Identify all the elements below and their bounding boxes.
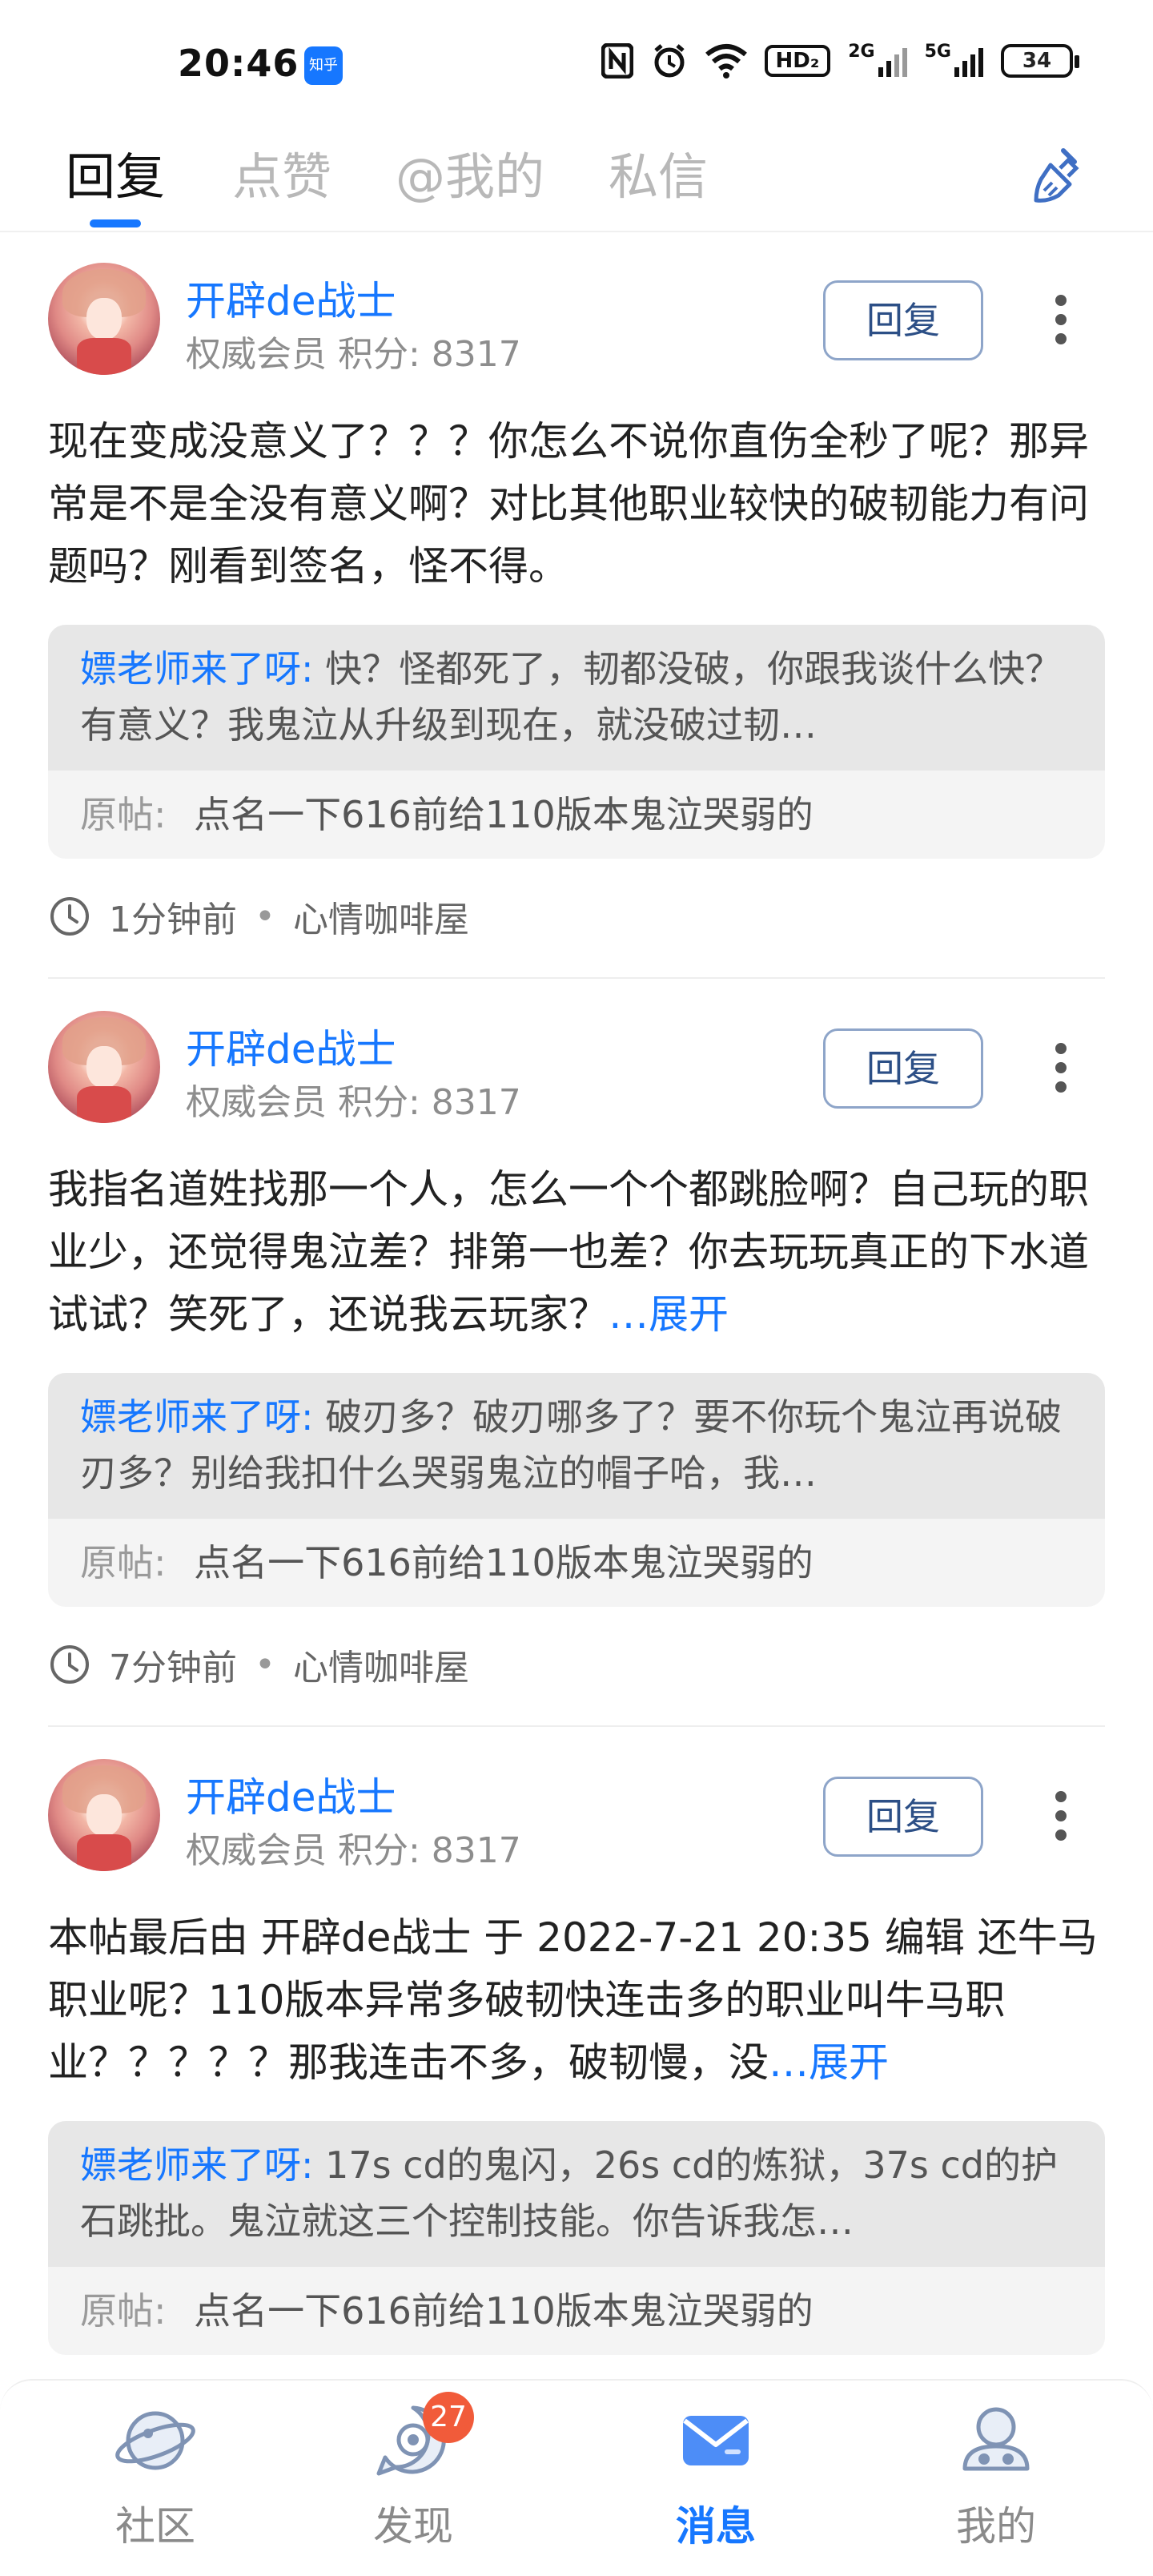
quoted-comment[interactable]: 嫖老师来了呀: 破刃多？破刃哪多了？要不你玩个鬼泣再说破刃多？别给我扣什么哭弱鬼… <box>48 1373 1105 1607</box>
clear-all-broom-icon[interactable] <box>1026 144 1091 208</box>
notification-badge: 27 <box>423 2392 474 2443</box>
more-options-icon[interactable] <box>1041 1791 1081 1855</box>
reply-button[interactable]: 回复 <box>823 1028 983 1109</box>
reply-footer: 7分钟前 • 心情咖啡屋 <box>48 1639 469 1690</box>
username[interactable]: 开辟de战士 <box>186 269 396 327</box>
quoted-comment[interactable]: 嫖老师来了呀: 17s cd的鬼闪，26s cd的炼狱，37s cd的护石跳批。… <box>48 2121 1105 2355</box>
tab-private-messages[interactable]: 私信 <box>609 136 708 208</box>
reply-footer: 1分钟前 • 心情咖啡屋 <box>48 891 469 942</box>
nav-label: 社区 <box>115 2503 195 2550</box>
avatar[interactable] <box>48 263 160 375</box>
nav-community[interactable]: 社区 <box>75 2397 235 2552</box>
signal-2g-icon: 2G <box>848 42 907 80</box>
username[interactable]: 开辟de战士 <box>186 1765 396 1823</box>
bottom-navigation: 社区 27 发现 消息 我的 <box>0 2379 1153 2576</box>
more-options-icon[interactable] <box>1041 1043 1081 1107</box>
signal-5g-label: 5G <box>924 42 951 62</box>
avatar[interactable] <box>48 1011 160 1123</box>
original-post-link[interactable]: 原帖: 点名一下616前给110版本鬼泣哭弱的 <box>48 1519 1105 1607</box>
divider <box>48 1725 1105 1727</box>
more-options-icon[interactable] <box>1041 295 1081 359</box>
clock-icon <box>50 1645 89 1684</box>
quoted-user: 嫖老师来了呀: <box>80 2143 314 2187</box>
planet-icon <box>115 2411 195 2470</box>
username[interactable]: 开辟de战士 <box>186 1017 396 1075</box>
separator-dot: • <box>255 896 275 937</box>
user-meta: 权威会员 积分: 8317 <box>186 334 521 375</box>
tab-mentions[interactable]: @我的 <box>396 136 544 208</box>
quoted-user: 嫖老师来了呀: <box>80 647 314 690</box>
expand-link[interactable]: …展开 <box>769 2039 889 2086</box>
forum-name[interactable]: 心情咖啡屋 <box>293 891 469 942</box>
active-tab-indicator <box>90 219 141 227</box>
reply-content[interactable]: 现在变成没意义了？？？你怎么不说你直伤全秒了呢？那异常是不是全没有意义啊？对比其… <box>48 410 1105 598</box>
user-meta: 权威会员 积分: 8317 <box>186 1830 521 1871</box>
quoted-comment-body: 嫖老师来了呀: 快？怪都死了，韧都没破，你跟我谈什么快？有意义？我鬼泣从升级到现… <box>48 625 1105 771</box>
nav-discover[interactable]: 27 发现 <box>333 2392 493 2552</box>
reply-time: 1分钟前 <box>109 900 237 940</box>
forum-name[interactable]: 心情咖啡屋 <box>293 1639 469 1690</box>
quoted-comment-body: 嫖老师来了呀: 破刃多？破刃哪多了？要不你玩个鬼泣再说破刃多？别给我扣什么哭弱鬼… <box>48 1373 1105 1519</box>
nav-profile[interactable]: 我的 <box>916 2397 1076 2552</box>
reply-text: 现在变成没意义了？？？你怎么不说你直伤全秒了呢？那异常是不是全没有意义啊？对比其… <box>48 418 1089 590</box>
user-meta: 权威会员 积分: 8317 <box>186 1082 521 1123</box>
profile-icon <box>962 2407 1030 2471</box>
reply-text: 我指名道姓找那一个人，怎么一个个都跳脸啊？自己玩的职业少，还觉得鬼泣差？排第一也… <box>48 1166 1089 1338</box>
nav-messages[interactable]: 消息 <box>636 2397 796 2552</box>
battery-icon: 34 <box>1001 44 1079 78</box>
nav-label: 消息 <box>676 2503 756 2550</box>
avatar[interactable] <box>48 1759 160 1871</box>
alarm-icon <box>651 42 688 80</box>
messages-page: 20:46 知乎 HD₂ 2G 5G 34 回复 点赞 @我的 私信 开辟de战… <box>0 0 1153 2576</box>
divider <box>48 977 1105 979</box>
nfc-icon <box>601 42 633 80</box>
reply-text: 本帖最后由 开辟de战士 于 2022-7-21 20:35 编辑 还牛马职业呢… <box>48 1914 1098 2086</box>
tab-reply[interactable]: 回复 <box>66 136 165 208</box>
clock-icon <box>50 897 89 936</box>
expand-link[interactable]: …展开 <box>609 1291 729 1338</box>
reply-button[interactable]: 回复 <box>823 1777 983 1857</box>
signal-2g-label: 2G <box>848 42 875 62</box>
separator-dot: • <box>255 1644 275 1685</box>
original-post-label: 原帖: <box>80 793 167 836</box>
signal-5g-icon: 5G <box>925 42 983 80</box>
status-time: 20:46 <box>178 42 299 85</box>
original-post-link[interactable]: 原帖: 点名一下616前给110版本鬼泣哭弱的 <box>48 2267 1105 2355</box>
mail-icon <box>683 2416 749 2465</box>
original-post-link[interactable]: 原帖: 点名一下616前给110版本鬼泣哭弱的 <box>48 771 1105 859</box>
nav-label: 发现 <box>373 2503 453 2550</box>
status-icons: HD₂ 2G 5G 34 <box>601 42 1079 80</box>
quoted-user: 嫖老师来了呀: <box>80 1395 314 1439</box>
reply-content[interactable]: 我指名道姓找那一个人，怎么一个个都跳脸啊？自己玩的职业少，还觉得鬼泣差？排第一也… <box>48 1158 1105 1346</box>
hd-voice-icon: HD₂ <box>764 45 831 77</box>
original-post-title: 点名一下616前给110版本鬼泣哭弱的 <box>194 2289 814 2332</box>
tab-likes[interactable]: 点赞 <box>232 136 331 208</box>
original-post-label: 原帖: <box>80 1541 167 1584</box>
wifi-icon <box>705 42 747 80</box>
nav-label: 我的 <box>956 2503 1036 2550</box>
original-post-label: 原帖: <box>80 2289 167 2332</box>
reply-time: 7分钟前 <box>109 1648 237 1688</box>
status-bar: 20:46 知乎 HD₂ 2G 5G 34 <box>0 0 1153 120</box>
original-post-title: 点名一下616前给110版本鬼泣哭弱的 <box>194 793 814 836</box>
zhihu-notification-icon: 知乎 <box>304 46 343 85</box>
quoted-comment[interactable]: 嫖老师来了呀: 快？怪都死了，韧都没破，你跟我谈什么快？有意义？我鬼泣从升级到现… <box>48 625 1105 859</box>
original-post-title: 点名一下616前给110版本鬼泣哭弱的 <box>194 1541 814 1584</box>
quoted-comment-body: 嫖老师来了呀: 17s cd的鬼闪，26s cd的炼狱，37s cd的护石跳批。… <box>48 2121 1105 2267</box>
reply-button[interactable]: 回复 <box>823 280 983 360</box>
reply-content[interactable]: 本帖最后由 开辟de战士 于 2022-7-21 20:35 编辑 还牛马职业呢… <box>48 1906 1105 2094</box>
message-tabs: 回复 点赞 @我的 私信 <box>0 128 1153 232</box>
